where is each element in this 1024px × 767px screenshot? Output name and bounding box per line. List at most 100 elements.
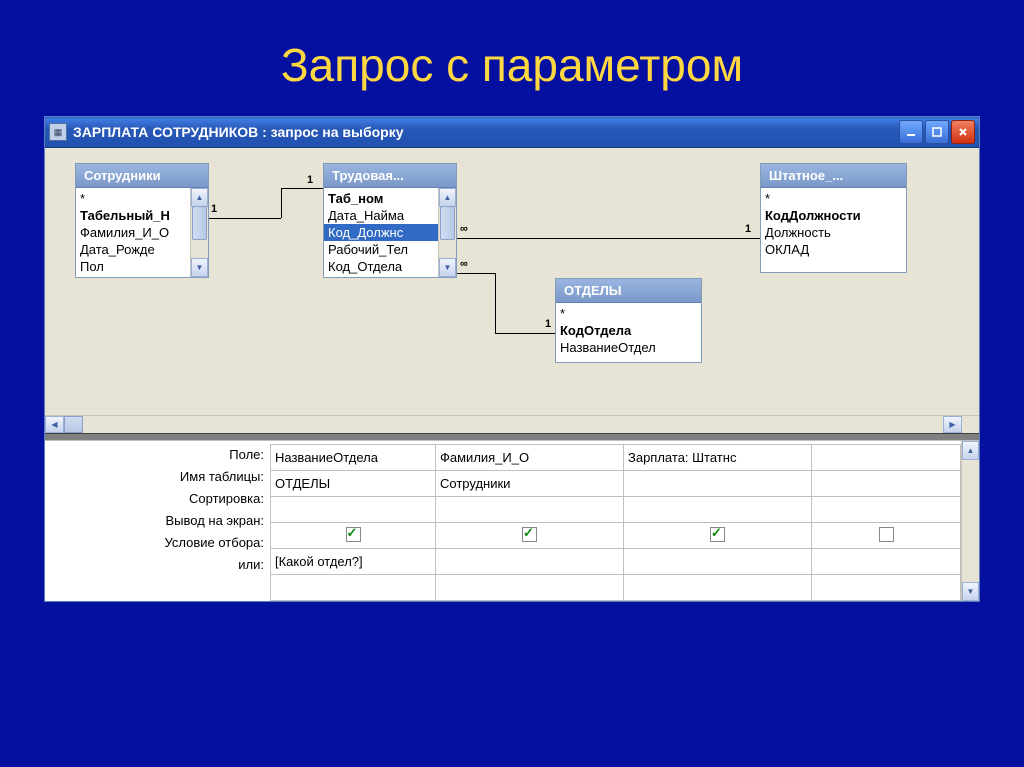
grid-cell[interactable] — [812, 497, 961, 523]
vertical-scrollbar[interactable]: ▲ ▼ — [190, 188, 208, 277]
grid-cell[interactable]: Сотрудники — [436, 471, 624, 497]
grid-cell[interactable] — [436, 497, 624, 523]
grid-cell[interactable] — [624, 523, 812, 549]
table-box-sotrudniki[interactable]: Сотрудники * Табельный_Н Фамилия_И_О Дат… — [75, 163, 209, 278]
titlebar[interactable]: ▦ ЗАРПЛАТА СОТРУДНИКОВ : запрос на выбор… — [45, 117, 979, 148]
field-item[interactable]: Должность — [761, 224, 906, 241]
field-item[interactable]: Табельный_Н — [76, 207, 190, 224]
field-item[interactable]: Дата_Рожде — [76, 241, 190, 258]
relation-card: 1 — [545, 318, 551, 330]
grid-cell[interactable] — [436, 523, 624, 549]
label-or: или: — [45, 554, 270, 576]
field-item[interactable]: Пол — [76, 258, 190, 275]
table-box-shtatnoe[interactable]: Штатное_... * КодДолжности Должность ОКЛ… — [760, 163, 907, 273]
field-item[interactable]: КодОтдела — [556, 322, 701, 339]
maximize-button[interactable] — [925, 120, 949, 144]
scroll-thumb[interactable] — [192, 206, 207, 240]
relation-card: 1 — [211, 203, 217, 215]
relationship-pane[interactable]: 1 1 ∞ 1 ∞ 1 Сотрудники * Табельный_Н Фам… — [45, 148, 979, 433]
field-list[interactable]: * КодОтдела НазваниеОтдел — [556, 303, 701, 362]
field-item[interactable]: Фамилия_И_О — [76, 224, 190, 241]
relation-line — [495, 273, 496, 333]
label-sort: Сортировка: — [45, 488, 270, 510]
relation-card: ∞ — [460, 223, 468, 235]
field-item[interactable]: Рабочий_Тел — [324, 241, 438, 258]
window-icon: ▦ — [49, 123, 67, 141]
grid-cell[interactable] — [271, 523, 436, 549]
grid-cell[interactable] — [271, 497, 436, 523]
scroll-track[interactable] — [83, 416, 943, 433]
grid-row-labels: Поле: Имя таблицы: Сортировка: Вывод на … — [45, 441, 270, 601]
grid-cell[interactable]: [Какой отдел?] — [271, 549, 436, 575]
field-list[interactable]: Таб_ном Дата_Найма Код_Должнс Рабочий_Те… — [324, 188, 438, 277]
field-item[interactable]: КодДолжности — [761, 207, 906, 224]
row-field: НазваниеОтдела Фамилия_И_О Зарплата: Шта… — [271, 445, 961, 471]
field-item[interactable]: * — [761, 190, 906, 207]
pane-divider[interactable] — [45, 433, 979, 441]
relation-card: 1 — [745, 223, 751, 235]
grid-cell[interactable]: Зарплата: Штатнс — [624, 445, 812, 471]
field-item[interactable]: ОКЛАД — [761, 241, 906, 258]
field-list[interactable]: * Табельный_Н Фамилия_И_О Дата_Рожде Пол — [76, 188, 190, 277]
row-or — [271, 575, 961, 601]
label-show: Вывод на экран: — [45, 510, 270, 532]
vertical-scrollbar[interactable]: ▲ ▼ — [438, 188, 456, 277]
vertical-scrollbar[interactable]: ▲ ▼ — [961, 441, 979, 601]
scroll-up-icon[interactable]: ▲ — [191, 188, 208, 207]
field-item[interactable]: * — [76, 190, 190, 207]
relation-line — [281, 188, 323, 189]
field-item[interactable]: Дата_Найма — [324, 207, 438, 224]
show-checkbox[interactable] — [346, 527, 361, 542]
relation-line — [455, 273, 495, 274]
query-design-window: ▦ ЗАРПЛАТА СОТРУДНИКОВ : запрос на выбор… — [44, 116, 980, 602]
scroll-down-icon[interactable]: ▼ — [962, 582, 979, 601]
scroll-up-icon[interactable]: ▲ — [439, 188, 456, 207]
grid-cell[interactable]: ОТДЕЛЫ — [271, 471, 436, 497]
table-box-trudovaya[interactable]: Трудовая... Таб_ном Дата_Найма Код_Должн… — [323, 163, 457, 278]
row-show — [271, 523, 961, 549]
grid-cell[interactable]: НазваниеОтдела — [271, 445, 436, 471]
scroll-thumb[interactable] — [64, 416, 83, 433]
field-item[interactable]: * — [556, 305, 701, 322]
grid-cell[interactable] — [812, 549, 961, 575]
scroll-down-icon[interactable]: ▼ — [439, 258, 456, 277]
field-item[interactable]: Код_Отдела — [324, 258, 438, 275]
field-item[interactable]: Таб_ном — [324, 190, 438, 207]
grid-cell[interactable] — [271, 575, 436, 601]
grid-cell[interactable] — [624, 575, 812, 601]
close-button[interactable] — [951, 120, 975, 144]
field-item[interactable]: НазваниеОтдел — [556, 339, 701, 356]
grid-cell[interactable] — [436, 549, 624, 575]
grid-cell[interactable] — [624, 471, 812, 497]
scroll-left-icon[interactable]: ◀ — [45, 416, 64, 433]
show-checkbox[interactable] — [710, 527, 725, 542]
grid-cell[interactable] — [812, 523, 961, 549]
grid-cell[interactable] — [624, 549, 812, 575]
grid-cell[interactable] — [624, 497, 812, 523]
relation-line — [206, 218, 281, 219]
field-item-selected[interactable]: Код_Должнс — [324, 224, 438, 241]
scroll-up-icon[interactable]: ▲ — [962, 441, 979, 460]
query-grid[interactable]: НазваниеОтдела Фамилия_И_О Зарплата: Шта… — [270, 444, 961, 601]
table-box-otdely[interactable]: ОТДЕЛЫ * КодОтдела НазваниеОтдел — [555, 278, 702, 363]
row-table: ОТДЕЛЫ Сотрудники — [271, 471, 961, 497]
grid-cell[interactable] — [812, 575, 961, 601]
scroll-thumb[interactable] — [440, 206, 455, 240]
scroll-right-icon[interactable]: ▶ — [943, 416, 962, 433]
query-grid-pane: Поле: Имя таблицы: Сортировка: Вывод на … — [45, 441, 979, 601]
grid-cell[interactable] — [812, 471, 961, 497]
label-criteria: Условие отбора: — [45, 532, 270, 554]
grid-cell[interactable]: Фамилия_И_О — [436, 445, 624, 471]
slide-title: Запрос с параметром — [0, 0, 1024, 116]
field-list[interactable]: * КодДолжности Должность ОКЛАД — [761, 188, 906, 272]
relation-line — [495, 333, 555, 334]
table-title: Сотрудники — [76, 164, 208, 188]
scroll-down-icon[interactable]: ▼ — [191, 258, 208, 277]
show-checkbox[interactable] — [879, 527, 894, 542]
scroll-corner — [962, 416, 979, 433]
grid-cell[interactable] — [812, 445, 961, 471]
grid-cell[interactable] — [436, 575, 624, 601]
minimize-button[interactable] — [899, 120, 923, 144]
show-checkbox[interactable] — [522, 527, 537, 542]
horizontal-scrollbar[interactable]: ◀ ▶ — [45, 415, 979, 433]
